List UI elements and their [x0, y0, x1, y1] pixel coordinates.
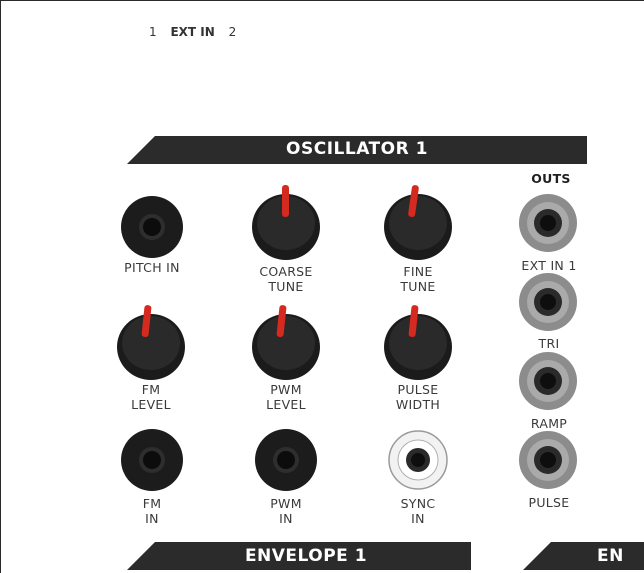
fm-level-label-1: FM — [141, 382, 161, 397]
fine-tune-label-2: TUNE — [400, 279, 436, 294]
pulse-output-jack[interactable] — [517, 429, 579, 491]
coarse-tune-knob[interactable] — [250, 183, 322, 263]
coarse-tune-label-2: TUNE — [268, 279, 304, 294]
fm-level-label-2: LEVEL — [131, 397, 171, 412]
ext-in-selector-label: EXT IN — [170, 25, 215, 39]
pwm-level-label-2: LEVEL — [266, 397, 306, 412]
pitch-in-label: PITCH IN — [124, 260, 180, 275]
fm-in-label-1: FM — [142, 496, 162, 511]
envelope-next-title: EN — [597, 546, 624, 566]
tri-output-jack[interactable] — [517, 271, 579, 333]
fine-tune-knob[interactable] — [382, 183, 454, 263]
sync-in-jack[interactable] — [387, 429, 449, 491]
pitch-in-jack[interactable] — [119, 194, 185, 260]
ext-in-selector[interactable]: 1 EXT IN 2 — [149, 25, 246, 39]
envelope-1-title: ENVELOPE 1 — [244, 546, 368, 566]
pwm-in-jack[interactable] — [253, 427, 319, 493]
pulse-output-label: PULSE — [528, 495, 570, 510]
outs-label: OUTS — [531, 171, 571, 186]
sync-in-label-1: SYNC — [400, 496, 436, 511]
module-panel: 1 EXT IN 2 OSCILLATOR 1 OUTS PITCH IN CO… — [0, 0, 644, 573]
sync-in-label-2: IN — [411, 511, 425, 526]
pwm-level-label-1: PWM — [270, 382, 302, 397]
pulse-width-label-1: PULSE — [397, 382, 439, 397]
coarse-tune-label-1: COARSE — [259, 264, 313, 279]
ext-in-1-output-jack[interactable] — [517, 192, 579, 254]
ramp-output-jack[interactable] — [517, 350, 579, 412]
pwm-in-label-1: PWM — [270, 496, 302, 511]
pwm-in-label-2: IN — [279, 511, 293, 526]
fm-in-label-2: IN — [145, 511, 159, 526]
pwm-level-knob[interactable] — [250, 303, 322, 383]
fm-in-jack[interactable] — [119, 427, 185, 493]
fm-level-knob[interactable] — [115, 303, 187, 383]
pulse-width-label-2: WIDTH — [395, 397, 441, 412]
tri-output-label: TRI — [538, 336, 560, 351]
pulse-width-knob[interactable] — [382, 303, 454, 383]
oscillator-1-title: OSCILLATOR 1 — [286, 139, 428, 159]
ext-in-option-2[interactable]: 2 — [229, 25, 237, 39]
fine-tune-label-1: FINE — [403, 264, 433, 279]
ext-in-option-1[interactable]: 1 — [149, 25, 157, 39]
